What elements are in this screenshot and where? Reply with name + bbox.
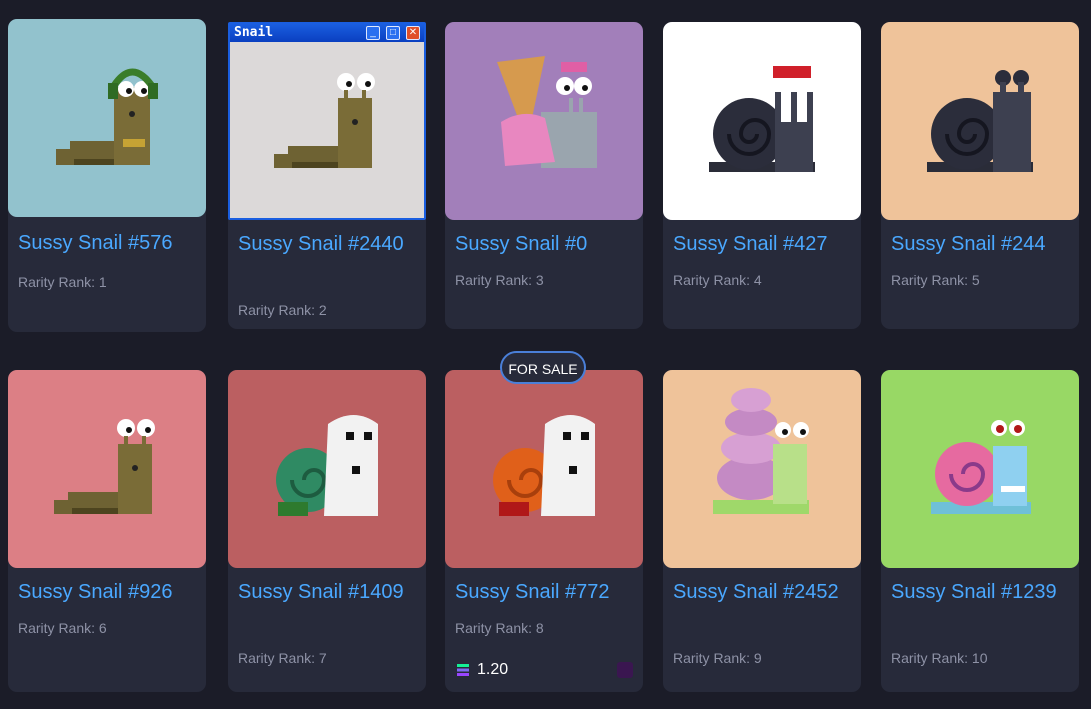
nft-card[interactable]: Sussy Snail #1239 Rarity Rank: 10 [881, 370, 1079, 692]
snail-image [274, 73, 375, 168]
nft-title[interactable]: Sussy Snail #772 [455, 578, 635, 607]
for-sale-badge: FOR SALE [500, 351, 586, 384]
nft-image [445, 22, 643, 220]
nft-image [8, 370, 206, 568]
nft-title[interactable]: Sussy Snail #926 [18, 578, 198, 607]
nft-title[interactable]: Sussy Snail #1409 [238, 578, 418, 607]
rarity-rank: Rarity Rank: 9 [673, 650, 762, 666]
rarity-rank: Rarity Rank: 4 [673, 272, 762, 288]
nft-image [228, 370, 426, 568]
listing-price: 1.20 [477, 661, 509, 678]
rarity-rank: Rarity Rank: 2 [238, 302, 327, 318]
nft-title[interactable]: Sussy Snail #0 [455, 230, 635, 259]
nft-card[interactable]: Sussy Snail #576 Rarity Rank: 1 [8, 19, 206, 332]
rarity-rank: Rarity Rank: 1 [18, 274, 107, 290]
rarity-rank: Rarity Rank: 6 [18, 620, 107, 636]
nft-card[interactable]: Sussy Snail #0 Rarity Rank: 3 [445, 22, 643, 329]
nft-image [663, 22, 861, 220]
rarity-rank: Rarity Rank: 5 [891, 272, 980, 288]
snail-image [54, 419, 155, 514]
snail-image [709, 66, 815, 172]
nft-card[interactable]: Sussy Snail #244 Rarity Rank: 5 [881, 22, 1079, 329]
nft-image [663, 370, 861, 568]
rarity-rank: Rarity Rank: 8 [455, 620, 544, 636]
nft-title[interactable]: Sussy Snail #427 [673, 230, 853, 259]
nft-card[interactable]: Sussy Snail #427 Rarity Rank: 4 [663, 22, 861, 329]
snail-image [56, 68, 158, 165]
nft-card[interactable]: Sussy Snail #2452 Rarity Rank: 9 [663, 370, 861, 692]
rarity-rank: Rarity Rank: 7 [238, 650, 327, 666]
nft-title[interactable]: Sussy Snail #2452 [673, 578, 853, 607]
nft-image: Snail _ □ ✕ [228, 22, 426, 220]
nft-image [881, 370, 1079, 568]
snail-image [927, 70, 1033, 172]
snail-image [276, 415, 378, 516]
nft-image [8, 19, 206, 217]
solana-icon [457, 664, 469, 676]
snail-image [497, 56, 597, 168]
snail-image [713, 388, 809, 514]
nft-image [881, 22, 1079, 220]
nft-card[interactable]: Snail _ □ ✕ Sussy Snail #2440 Rarity Ran… [228, 22, 426, 329]
rarity-rank: Rarity Rank: 10 [891, 650, 988, 666]
snail-image [931, 420, 1031, 514]
nft-title[interactable]: Sussy Snail #244 [891, 230, 1071, 259]
magic-eden-icon[interactable] [617, 662, 633, 678]
nft-card[interactable]: Sussy Snail #772 Rarity Rank: 8 1.20 [445, 370, 643, 692]
nft-title[interactable]: Sussy Snail #1239 [891, 578, 1071, 607]
nft-title[interactable]: Sussy Snail #576 [18, 229, 198, 258]
nft-card[interactable]: Sussy Snail #1409 Rarity Rank: 7 [228, 370, 426, 692]
rarity-rank: Rarity Rank: 3 [455, 272, 544, 288]
nft-title[interactable]: Sussy Snail #2440 [238, 230, 418, 259]
listing-price-row: 1.20 [455, 660, 633, 680]
nft-image [445, 370, 643, 568]
nft-card[interactable]: Sussy Snail #926 Rarity Rank: 6 [8, 370, 206, 692]
snail-image [493, 415, 595, 516]
